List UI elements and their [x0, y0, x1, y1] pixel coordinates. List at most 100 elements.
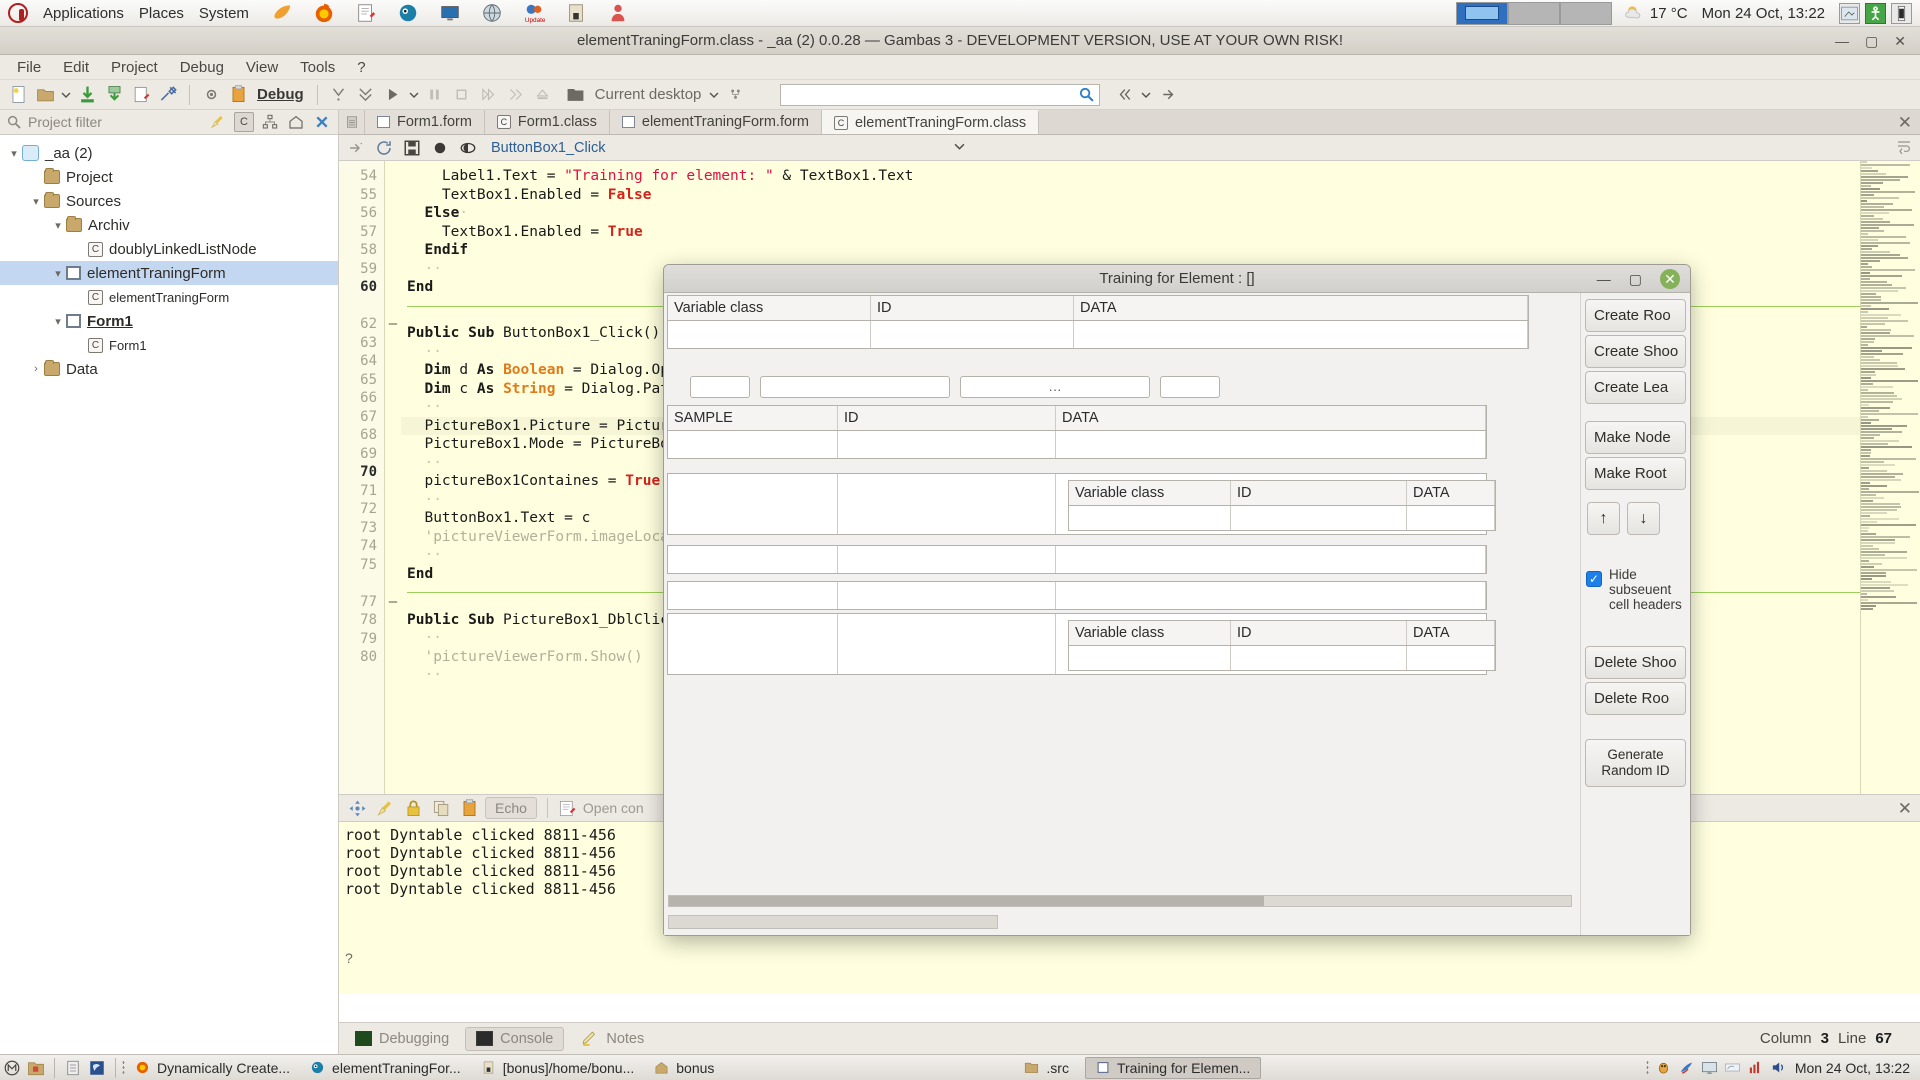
- wrap-icon[interactable]: [1896, 138, 1920, 158]
- paste-icon[interactable]: [457, 796, 481, 820]
- volume-icon[interactable]: [1770, 1059, 1787, 1076]
- taskbar-item-0[interactable]: Dynamically Create...: [125, 1058, 300, 1078]
- mini-input-3[interactable]: ···: [960, 376, 1150, 398]
- copy-icon[interactable]: [429, 796, 453, 820]
- step-into-icon[interactable]: [477, 83, 501, 107]
- cell-id[interactable]: [1231, 646, 1407, 670]
- code-line[interactable]: TextBox1.Enabled = False: [401, 186, 1920, 205]
- table-row[interactable]: [668, 321, 1528, 348]
- taskbar-active-window[interactable]: Training for Elemen...: [1085, 1057, 1261, 1079]
- header-variable-class[interactable]: Variable class: [668, 296, 871, 320]
- cell-id[interactable]: [838, 614, 1056, 674]
- header-data[interactable]: DATA: [1407, 621, 1495, 645]
- tree-twisty-icon[interactable]: ▾: [28, 195, 44, 208]
- cell-data[interactable]: [1407, 506, 1495, 530]
- gambas-icon[interactable]: [85, 1057, 109, 1079]
- tree-item-form1[interactable]: ▾Form1: [0, 309, 338, 333]
- echo-button[interactable]: Echo: [485, 797, 537, 819]
- broom-icon[interactable]: [373, 796, 397, 820]
- screenshot-icon[interactable]: [1839, 3, 1860, 24]
- header-data[interactable]: DATA: [1074, 296, 1528, 320]
- cell-variable-class[interactable]: [668, 321, 871, 348]
- run-dropdown-icon[interactable]: [408, 83, 420, 107]
- cell-id[interactable]: [838, 431, 1056, 458]
- tabstrip-menu-icon[interactable]: [339, 110, 365, 134]
- bug-icon[interactable]: [1655, 1059, 1672, 1076]
- search-input[interactable]: [780, 84, 1100, 106]
- menu-edit[interactable]: Edit: [52, 56, 100, 79]
- header-sample[interactable]: SAMPLE: [668, 406, 838, 430]
- broom-icon[interactable]: [208, 112, 228, 132]
- workspace-switcher-3[interactable]: [1560, 2, 1612, 25]
- code-line[interactable]: Endif: [401, 241, 1920, 260]
- mini-input-1[interactable]: [690, 376, 750, 398]
- code-line[interactable]: Label1.Text = "Training for element: " &…: [401, 167, 1920, 186]
- files-icon[interactable]: [24, 1057, 48, 1079]
- battery-icon[interactable]: [1891, 3, 1912, 24]
- nested-row-2[interactable]: Variable class ID DATA: [667, 613, 1487, 675]
- move-down-button[interactable]: ↓: [1627, 502, 1660, 535]
- dialog-horizontal-scrollbar[interactable]: [668, 895, 1572, 907]
- dialog-close-button[interactable]: ✕: [1660, 269, 1680, 289]
- hide-headers-checkbox[interactable]: ✓: [1586, 571, 1602, 587]
- tree-item-project[interactable]: Project: [0, 165, 338, 189]
- statusbar-tab-notes[interactable]: Notes: [570, 1027, 654, 1050]
- breakpoint-icon[interactable]: [429, 137, 451, 159]
- window-close-button[interactable]: ✕: [1894, 33, 1906, 50]
- cell-id[interactable]: [871, 321, 1074, 348]
- accessibility-icon[interactable]: [1865, 3, 1886, 24]
- update-icon[interactable]: Update: [523, 2, 545, 24]
- cell-variable-class[interactable]: [1069, 506, 1231, 530]
- cell-sample[interactable]: [668, 582, 838, 609]
- clipboard-icon[interactable]: [226, 83, 250, 107]
- cell-data[interactable]: Variable class ID DATA: [1056, 474, 1486, 534]
- open-dropdown-icon[interactable]: [60, 83, 72, 107]
- midori-icon[interactable]: [397, 2, 419, 24]
- header-variable-class[interactable]: Variable class: [1069, 481, 1231, 505]
- cell-variable-class[interactable]: [1069, 646, 1231, 670]
- code-fold-column[interactable]: — —: [385, 161, 401, 854]
- statusbar-tab-debugging[interactable]: Debugging: [345, 1028, 459, 1050]
- cell-data[interactable]: [1407, 646, 1495, 670]
- move-icon[interactable]: [345, 796, 369, 820]
- cell-data[interactable]: [1056, 582, 1486, 609]
- run-icon[interactable]: [381, 83, 405, 107]
- close-console-icon[interactable]: ✕: [1898, 799, 1912, 819]
- weather-widget[interactable]: 17 °C: [1624, 3, 1688, 23]
- header-data[interactable]: DATA: [1056, 406, 1486, 430]
- menu-tools[interactable]: Tools: [289, 56, 346, 79]
- search-icon[interactable]: [1078, 86, 1095, 103]
- weather-icon[interactable]: [1724, 1059, 1741, 1076]
- create-shoot-button[interactable]: Create Shoo: [1585, 335, 1686, 368]
- generate-random-id-button[interactable]: Generate Random ID: [1585, 739, 1686, 787]
- header-variable-class[interactable]: Variable class: [1069, 621, 1231, 645]
- delete-root-button[interactable]: Delete Roo: [1585, 682, 1686, 715]
- menu-project[interactable]: Project: [100, 56, 169, 79]
- panel-clock[interactable]: Mon 24 Oct, 13:22: [1702, 5, 1825, 22]
- editor-tab-form1-class[interactable]: CForm1.class: [485, 110, 610, 134]
- tree-item-sources[interactable]: ▾Sources: [0, 189, 338, 213]
- display-icon[interactable]: [1701, 1059, 1718, 1076]
- header-id[interactable]: ID: [838, 406, 1056, 430]
- taskbar-item-2[interactable]: [bonus]/home/bonu...: [471, 1058, 645, 1078]
- statusbar-tab-console[interactable]: Console: [465, 1027, 564, 1051]
- archive-icon[interactable]: [565, 2, 587, 24]
- tray-grip[interactable]: [1646, 1060, 1649, 1076]
- procedure-selector[interactable]: ButtonBox1_Click: [491, 138, 971, 158]
- tree-item-doublylinkedlistnode[interactable]: CdoublyLinkedListNode: [0, 237, 338, 261]
- cell-data[interactable]: [1056, 431, 1486, 458]
- home-icon[interactable]: [286, 112, 306, 132]
- save-icon[interactable]: [75, 83, 99, 107]
- hierarchy-icon[interactable]: [260, 112, 280, 132]
- tools-icon[interactable]: [156, 83, 180, 107]
- code-line[interactable]: TextBox1.Enabled = True: [401, 223, 1920, 242]
- open-project-icon[interactable]: [33, 83, 57, 107]
- cell-sample[interactable]: [668, 431, 838, 458]
- open-console-button[interactable]: Open con: [558, 799, 644, 818]
- cell-data[interactable]: [1056, 546, 1486, 573]
- delete-shoot-button[interactable]: Delete Shoo: [1585, 646, 1686, 679]
- close-tab-button[interactable]: ✕: [1898, 113, 1912, 133]
- taskbar-item-1[interactable]: elementTraningFor...: [300, 1058, 471, 1078]
- tree-twisty-icon[interactable]: ▾: [50, 267, 66, 280]
- editor-tab-elementtraningform-form[interactable]: elementTraningForm.form: [610, 110, 822, 134]
